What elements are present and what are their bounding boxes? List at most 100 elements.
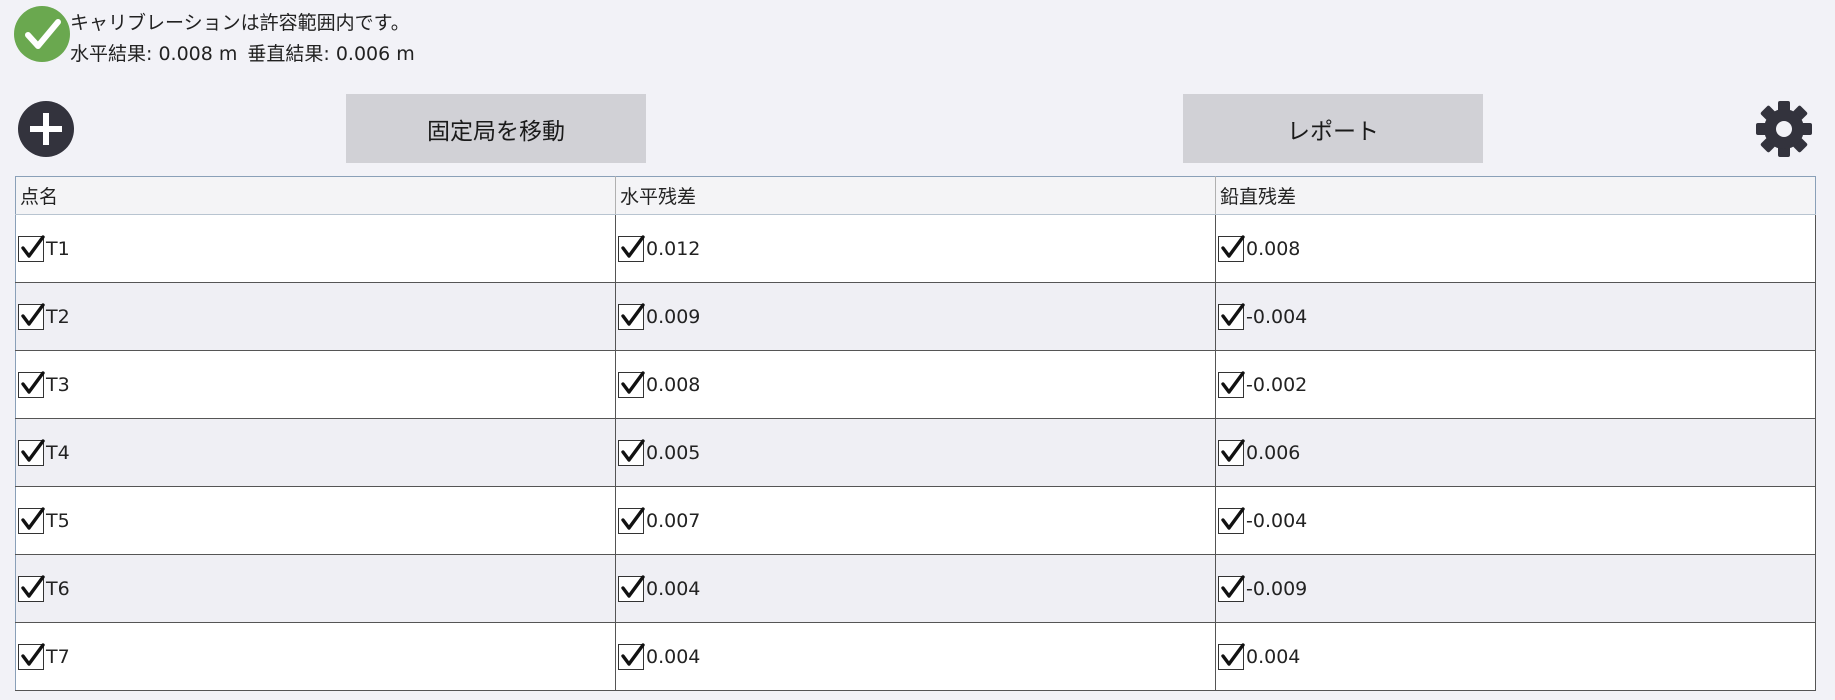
add-point-button[interactable]	[18, 101, 74, 157]
cell-content: 0.004	[1218, 642, 1813, 670]
point-name-value: T7	[46, 645, 70, 668]
cell-point-name: T3	[15, 350, 616, 419]
cell-content: 0.008	[1218, 234, 1813, 262]
cell-content: T5	[18, 506, 613, 534]
point-name-value: T4	[46, 441, 70, 464]
checkbox-horizontal-residual[interactable]	[618, 370, 645, 398]
cell-horizontal-residual: 0.004	[615, 622, 1216, 691]
checkbox-point-name[interactable]	[18, 574, 45, 602]
point-name-value: T2	[46, 305, 70, 328]
report-button[interactable]: レポート	[1183, 94, 1483, 163]
checkmark-icon	[1221, 438, 1245, 462]
cell-content: 0.007	[618, 506, 1213, 534]
horizontal-residual-value: 0.008	[646, 373, 701, 396]
cell-point-name: T7	[15, 622, 616, 691]
cell-vertical-residual: -0.002	[1215, 350, 1816, 419]
table-header-row: 点名 水平残差 鉛直残差	[15, 176, 1816, 215]
column-header-horizontal-residual[interactable]: 水平残差	[615, 176, 1216, 215]
cell-horizontal-residual: 0.005	[615, 418, 1216, 487]
cell-content: -0.004	[1218, 506, 1813, 534]
cell-point-name: T6	[15, 554, 616, 623]
table-row[interactable]: T7 0.004 0.004	[15, 622, 1816, 691]
horizontal-residual-value: 0.004	[646, 577, 701, 600]
cell-vertical-residual: 0.004	[1215, 622, 1816, 691]
point-name-value: T6	[46, 577, 70, 600]
horizontal-residual-value: 0.004	[646, 645, 701, 668]
vertical-residual-value: 0.008	[1246, 237, 1301, 260]
checkmark-icon	[621, 234, 645, 258]
checkbox-point-name[interactable]	[18, 642, 45, 670]
cell-content: T4	[18, 438, 613, 466]
checkbox-vertical-residual[interactable]	[1218, 574, 1245, 602]
cell-point-name: T1	[15, 214, 616, 283]
vertical-result: 垂直結果: 0.006 m	[247, 43, 415, 65]
table-row[interactable]: T1 0.012 0.008	[15, 214, 1816, 283]
checkmark-icon	[21, 574, 45, 598]
plus-circle-icon	[30, 113, 62, 145]
settings-button[interactable]	[1754, 99, 1814, 159]
cell-content: 0.012	[618, 234, 1213, 262]
table-row[interactable]: T5 0.007 -0.004	[15, 486, 1816, 555]
cell-content: 0.004	[618, 574, 1213, 602]
table-row[interactable]: T4 0.005 0.006	[15, 418, 1816, 487]
checkmark-icon	[1221, 234, 1245, 258]
point-name-value: T1	[46, 237, 70, 260]
checkbox-horizontal-residual[interactable]	[618, 234, 645, 262]
table-row[interactable]: T2 0.009 -0.004	[15, 282, 1816, 351]
cell-horizontal-residual: 0.008	[615, 350, 1216, 419]
checkmark-icon	[21, 370, 45, 394]
checkmark-icon	[621, 574, 645, 598]
table-row[interactable]: T6 0.004 -0.009	[15, 554, 1816, 623]
checkbox-point-name[interactable]	[18, 370, 45, 398]
status-message: キャリブレーションは許容範囲内です。	[70, 12, 410, 34]
checkbox-horizontal-residual[interactable]	[618, 438, 645, 466]
point-name-value: T3	[46, 373, 70, 396]
cell-content: 0.005	[618, 438, 1213, 466]
cell-content: 0.008	[618, 370, 1213, 398]
checkbox-horizontal-residual[interactable]	[618, 302, 645, 330]
column-header-vertical-residual[interactable]: 鉛直残差	[1215, 176, 1816, 215]
move-base-button[interactable]: 固定局を移動	[346, 94, 646, 163]
table-row[interactable]: T3 0.008 -0.002	[15, 350, 1816, 419]
checkmark-icon	[21, 438, 45, 462]
checkbox-horizontal-residual[interactable]	[618, 574, 645, 602]
checkbox-vertical-residual[interactable]	[1218, 370, 1245, 398]
cell-content: -0.009	[1218, 574, 1813, 602]
checkbox-point-name[interactable]	[18, 302, 45, 330]
checkmark-icon	[1221, 642, 1245, 666]
checkbox-point-name[interactable]	[18, 234, 45, 262]
checkbox-horizontal-residual[interactable]	[618, 642, 645, 670]
checkbox-horizontal-residual[interactable]	[618, 506, 645, 534]
cell-content: T7	[18, 642, 613, 670]
point-name-value: T5	[46, 509, 70, 532]
cell-horizontal-residual: 0.012	[615, 214, 1216, 283]
checkbox-vertical-residual[interactable]	[1218, 438, 1245, 466]
checkbox-vertical-residual[interactable]	[1218, 234, 1245, 262]
cell-content: T1	[18, 234, 613, 262]
vertical-residual-value: -0.004	[1246, 509, 1308, 532]
cell-horizontal-residual: 0.004	[615, 554, 1216, 623]
checkbox-vertical-residual[interactable]	[1218, 642, 1245, 670]
horizontal-residual-value: 0.012	[646, 237, 701, 260]
cell-horizontal-residual: 0.009	[615, 282, 1216, 351]
checkbox-vertical-residual[interactable]	[1218, 302, 1245, 330]
checkbox-point-name[interactable]	[18, 506, 45, 534]
horizontal-residual-value: 0.007	[646, 509, 701, 532]
checkmark-icon	[621, 642, 645, 666]
cell-point-name: T5	[15, 486, 616, 555]
cell-vertical-residual: -0.004	[1215, 282, 1816, 351]
vertical-residual-value: -0.002	[1246, 373, 1308, 396]
column-header-point-name[interactable]: 点名	[15, 176, 616, 215]
cell-content: 0.004	[618, 642, 1213, 670]
horizontal-result: 水平結果: 0.008 m	[70, 43, 238, 65]
checkmark-icon	[21, 234, 45, 258]
gear-icon	[1756, 101, 1812, 157]
checkbox-point-name[interactable]	[18, 438, 45, 466]
checkbox-vertical-residual[interactable]	[1218, 506, 1245, 534]
horizontal-residual-value: 0.009	[646, 305, 701, 328]
status-results: 水平結果: 0.008 m 垂直結果: 0.006 m	[70, 39, 425, 70]
cell-horizontal-residual: 0.007	[615, 486, 1216, 555]
cell-content: T6	[18, 574, 613, 602]
horizontal-residual-value: 0.005	[646, 441, 701, 464]
cell-vertical-residual: -0.004	[1215, 486, 1816, 555]
